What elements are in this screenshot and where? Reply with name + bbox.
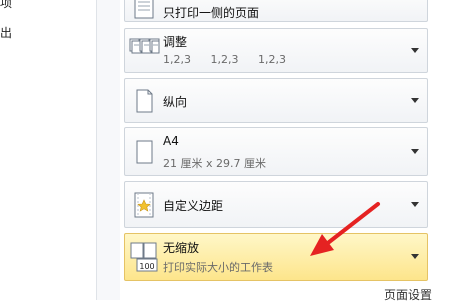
- scaling-description: 打印实际大小的工作表: [163, 261, 273, 274]
- dropdown-arrow-icon: [411, 97, 419, 103]
- nav-item-options[interactable]: 项: [0, 0, 12, 11]
- dropdown-arrow-icon: [411, 47, 419, 53]
- page-setup-link[interactable]: 页面设置: [384, 286, 432, 303]
- margins-title: 自定义边距: [163, 199, 224, 213]
- paper-icon: [136, 140, 153, 163]
- nav-item-exit[interactable]: 出: [0, 24, 12, 41]
- collate-value: 1,2,3: [258, 53, 286, 66]
- scaling-dropdown[interactable]: 100 无缩放 打印实际大小的工作表: [124, 233, 428, 281]
- print-sides-dropdown[interactable]: 只打印一侧的页面: [124, 0, 428, 22]
- scaling-icon-label: 100: [139, 262, 154, 271]
- margins-dropdown[interactable]: 自定义边距: [124, 181, 428, 228]
- backstage-nav: 项 出: [0, 0, 96, 300]
- collate-values: 1,2,3 1,2,3 1,2,3: [163, 53, 302, 66]
- orientation-dropdown[interactable]: 纵向: [124, 78, 428, 123]
- dropdown-arrow-icon: [411, 148, 419, 154]
- paper-size-title: A4: [163, 134, 179, 148]
- panel-gutter: [97, 0, 120, 300]
- paper-size-dropdown[interactable]: A4 21 厘米 x 29.7 厘米: [124, 127, 428, 176]
- dropdown-arrow-icon: [411, 254, 419, 259]
- dropdown-arrow-icon: [411, 201, 419, 207]
- collate-icon: [129, 38, 160, 53]
- orientation-title: 纵向: [163, 95, 188, 109]
- print-settings-panel: 只打印一侧的页面 调整 1,2,3 1,2,3 1,2,3 纵向 A4 21 厘…: [120, 0, 450, 303]
- scaling-title: 无缩放: [163, 241, 200, 255]
- collate-dropdown[interactable]: 调整 1,2,3 1,2,3 1,2,3: [124, 28, 428, 73]
- custom-margins-icon: [134, 192, 154, 217]
- portrait-icon: [136, 89, 153, 112]
- no-scaling-icon: 100: [130, 242, 158, 272]
- paper-size-dimensions: 21 厘米 x 29.7 厘米: [163, 157, 266, 170]
- collate-title: 调整: [163, 35, 188, 49]
- print-sides-title: 只打印一侧的页面: [163, 6, 260, 20]
- collate-value: 1,2,3: [163, 53, 191, 66]
- collate-value: 1,2,3: [210, 53, 239, 66]
- sides-icon: [134, 0, 154, 19]
